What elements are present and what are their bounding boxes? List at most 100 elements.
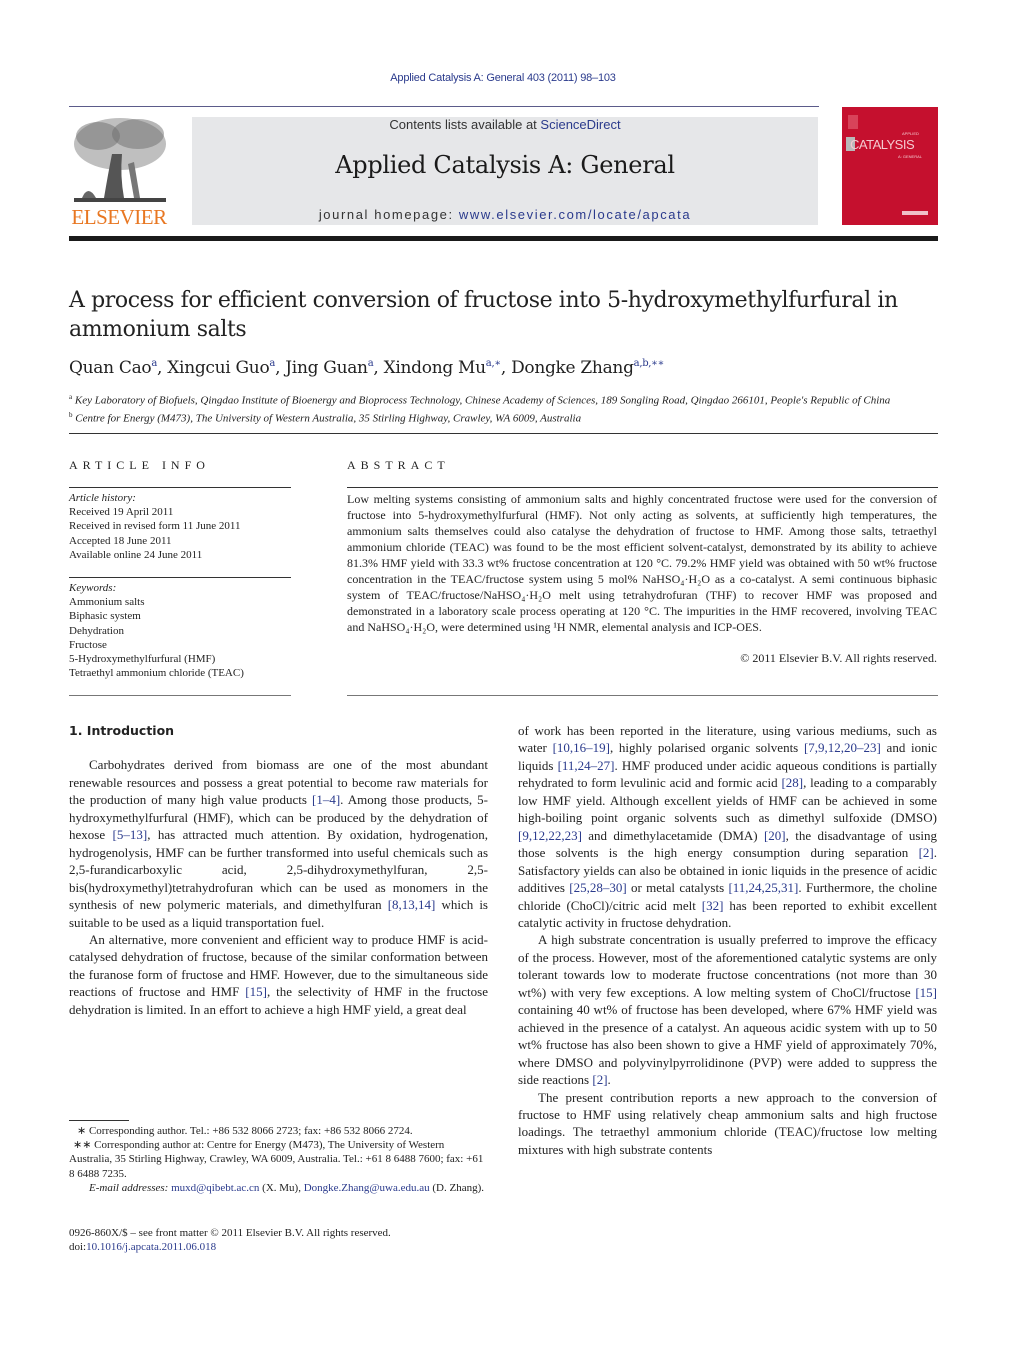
email-link[interactable]: muxd@qibebt.ac.cn	[171, 1182, 259, 1194]
body-paragraph: An alternative, more convenient and effi…	[69, 931, 488, 1017]
footnote-divider	[69, 1120, 129, 1121]
citation-link[interactable]: [9,12,22,23]	[518, 828, 582, 843]
affiliation-text: Centre for Energy (M473), The University…	[75, 412, 582, 425]
author[interactable]: Jing Guana	[285, 358, 373, 378]
right-paragraphs: of work has been reported in the literat…	[518, 722, 937, 1158]
journal-masthead: Contents lists available at ScienceDirec…	[192, 117, 818, 225]
keyword-item: Tetraethyl ammonium chloride (TEAC)	[69, 667, 244, 680]
citation-link[interactable]: [15]	[245, 984, 267, 999]
author[interactable]: Xingcui Guoa	[167, 358, 275, 378]
keyword-item: Biphasic system	[69, 610, 141, 623]
body-column-right: of work has been reported in the literat…	[518, 722, 937, 1158]
keywords: Keywords: Ammonium salts Biphasic system…	[69, 581, 291, 680]
citation-link[interactable]: [2]	[592, 1072, 607, 1087]
history-item: Available online 24 June 2011	[69, 548, 203, 561]
article-history: Article history: Received 19 April 2011 …	[69, 491, 291, 562]
cover-top-text: APPLIED	[902, 131, 919, 136]
keyword-item: Fructose	[69, 638, 107, 651]
citation-link[interactable]: [7,9,12,20–23]	[804, 740, 881, 755]
affiliation-b: b Centre for Energy (M473), The Universi…	[69, 408, 939, 426]
footnote-corresponding-2: ∗∗ Corresponding author at: Centre for E…	[69, 1139, 484, 1180]
abstract-copyright: © 2011 Elsevier B.V. All rights reserved…	[740, 651, 937, 665]
abstract-text: Low melting systems consisting of ammoni…	[347, 492, 937, 634]
contents-availability: Contents lists available at ScienceDirec…	[192, 117, 818, 132]
author-list: Quan Caoa, Xingcui Guoa, Jing Guana, Xin…	[69, 358, 665, 378]
affiliation-divider	[69, 433, 938, 434]
author-affil-mark[interactable]: a,b,∗∗	[634, 358, 665, 369]
citation-link[interactable]: [5–13]	[113, 827, 148, 842]
affiliation-mark: b	[69, 410, 73, 419]
citation-link[interactable]: [10,16–19]	[553, 740, 610, 755]
history-item: Received in revised form 11 June 2011	[69, 520, 241, 533]
doi-prefix: doi:	[69, 1241, 87, 1254]
citation-link[interactable]: [2]	[919, 845, 934, 860]
citation-link[interactable]: [15]	[915, 985, 937, 1000]
keyword-item: 5-Hydroxymethylfurfural (HMF)	[69, 653, 216, 666]
author[interactable]: Quan Caoa	[69, 358, 157, 378]
affiliation-a: a Key Laboratory of Biofuels, Qingdao In…	[69, 390, 939, 408]
author-affil-mark[interactable]: a,∗	[486, 358, 501, 369]
affiliation-mark: a	[69, 393, 73, 401]
affiliation-text: Key Laboratory of Biofuels, Qingdao Inst…	[74, 394, 891, 407]
divider	[347, 487, 938, 488]
body-paragraph: A high substrate concentration is usuall…	[518, 932, 937, 1088]
history-label: Article history:	[69, 492, 136, 504]
body-paragraph: Carbohydrates derived from biomass are o…	[69, 757, 488, 930]
doi-line: doi:10.1016/j.apcata.2011.06.018	[69, 1240, 488, 1254]
elsevier-wordmark: ELSEVIER	[71, 205, 167, 229]
abstract-heading: ABSTRACT	[347, 458, 450, 472]
affiliations: a Key Laboratory of Biofuels, Qingdao In…	[69, 390, 939, 425]
citation-link[interactable]: [11,24,25,31]	[728, 880, 798, 895]
cover-badge-icon	[848, 115, 858, 129]
homepage-prefix: journal homepage:	[318, 207, 459, 222]
section-heading-introduction: 1. Introduction	[69, 723, 175, 738]
citation-link[interactable]: [32]	[702, 898, 724, 913]
email-label: E-mail addresses:	[89, 1181, 169, 1194]
journal-title: Applied Catalysis A: General	[335, 151, 675, 179]
divider	[69, 695, 291, 696]
keywords-label: Keywords:	[69, 582, 117, 594]
elsevier-logo[interactable]: ELSEVIER	[68, 114, 170, 230]
journal-citation-link[interactable]: Applied Catalysis A: General 403 (2011) …	[0, 72, 1006, 84]
author[interactable]: Dongke Zhanga,b,∗∗	[511, 358, 664, 378]
email-link[interactable]: Dongke.Zhang@uwa.edu.au	[304, 1182, 430, 1194]
email-owner: (D. Zhang).	[429, 1181, 485, 1194]
divider	[69, 577, 291, 578]
journal-homepage: journal homepage: www.elsevier.com/locat…	[192, 207, 818, 222]
left-paragraphs: Carbohydrates derived from biomass are o…	[69, 756, 488, 1018]
cover-title: CATALYSIS	[850, 137, 915, 152]
citation-link[interactable]: [28]	[781, 775, 803, 790]
body-paragraph: The present contribution reports a new a…	[518, 1089, 937, 1157]
footnote-corresponding-1: ∗ Corresponding author. Tel.: +86 532 80…	[77, 1125, 413, 1137]
cover-publisher-logo-icon	[902, 211, 928, 215]
keyword-item: Ammonium salts	[69, 596, 145, 609]
footnote-emails: E-mail addresses: muxd@qibebt.ac.cn (X. …	[69, 1181, 488, 1195]
citation-link[interactable]: [25,28–30]	[569, 880, 626, 895]
homepage-link[interactable]: www.elsevier.com/locate/apcata	[459, 207, 691, 222]
citation-link[interactable]: [1–4]	[312, 792, 340, 807]
header-divider	[69, 106, 819, 107]
contents-prefix: Contents lists available at	[389, 117, 541, 132]
issn-line: 0926-860X/$ – see front matter © 2011 El…	[69, 1227, 391, 1239]
history-item: Received 19 April 2011	[69, 506, 174, 519]
keyword-item: Dehydration	[69, 624, 124, 637]
sciencedirect-link[interactable]: ScienceDirect	[540, 117, 620, 132]
divider	[69, 487, 291, 488]
front-matter: 0926-860X/$ – see front matter © 2011 El…	[69, 1226, 488, 1254]
citation-link[interactable]: [8,13,14]	[388, 897, 436, 912]
doi-link[interactable]: 10.1016/j.apcata.2011.06.018	[86, 1241, 216, 1253]
masthead-divider	[69, 236, 938, 241]
cover-subtitle: A: GENERAL	[898, 154, 923, 159]
history-item: Accepted 18 June 2011	[69, 534, 172, 547]
journal-cover-thumbnail[interactable]: APPLIED CATALYSIS A: GENERAL	[842, 107, 938, 225]
author-affil-mark[interactable]: a	[151, 358, 157, 369]
article-info-heading: ARTICLE INFO	[69, 458, 210, 472]
author-affil-mark[interactable]: a	[269, 358, 275, 369]
author[interactable]: Xindong Mua,∗	[384, 358, 502, 378]
elsevier-tree-icon	[74, 118, 166, 202]
email-owner: (X. Mu),	[259, 1181, 304, 1194]
citation-link[interactable]: [20]	[764, 828, 786, 843]
body-column-left: 1. Introduction Carbohydrates derived fr…	[69, 722, 488, 1018]
citation-link[interactable]: [11,24–27]	[558, 758, 615, 773]
author-affil-mark[interactable]: a	[368, 358, 374, 369]
